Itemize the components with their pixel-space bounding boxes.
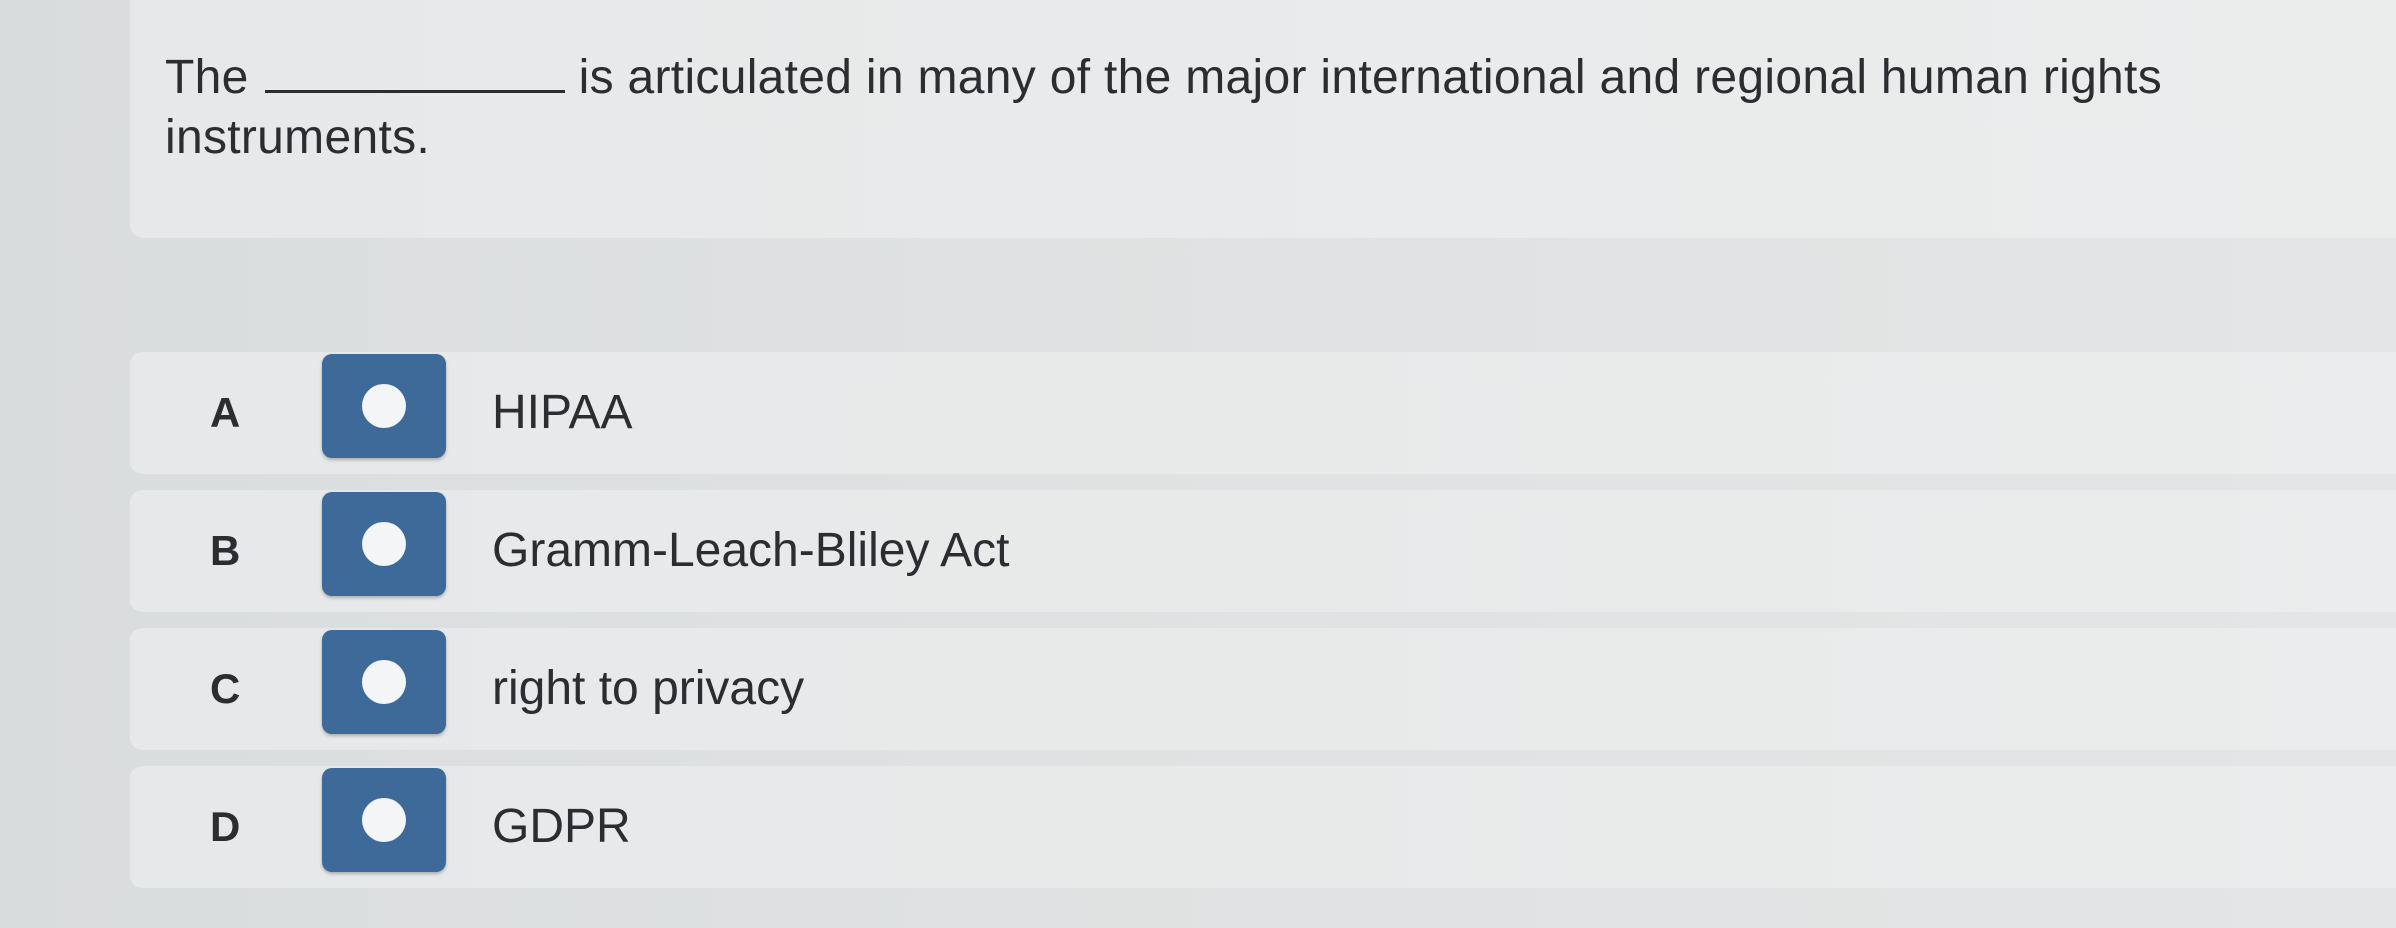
option-letter: C: [210, 665, 241, 712]
option-c[interactable]: C right to privacy: [130, 628, 2396, 750]
radio-button[interactable]: [322, 354, 446, 458]
option-a[interactable]: A HIPAA: [130, 352, 2396, 474]
question-prompt: The is articulated in many of the major i…: [165, 48, 2325, 168]
option-letter: D: [210, 803, 241, 850]
radio-button[interactable]: [322, 768, 446, 872]
radio-button[interactable]: [322, 492, 446, 596]
option-label: GDPR: [492, 800, 631, 853]
radio-circle-icon: [362, 522, 406, 566]
answer-blank: [264, 54, 565, 93]
question-text-before: The: [165, 51, 249, 104]
radio-circle-icon: [362, 384, 406, 428]
option-label: HIPAA: [492, 386, 633, 439]
radio-circle-icon: [362, 798, 406, 842]
radio-button[interactable]: [322, 630, 446, 734]
option-letter: B: [210, 527, 241, 574]
radio-circle-icon: [362, 660, 406, 704]
answer-options: A HIPAA B Gramm-Leach-Bliley Act C right…: [130, 352, 2396, 904]
option-b[interactable]: B Gramm-Leach-Bliley Act: [130, 490, 2396, 612]
option-d[interactable]: D GDPR: [130, 766, 2396, 888]
option-letter: A: [210, 389, 241, 436]
option-label: right to privacy: [492, 662, 805, 715]
option-label: Gramm-Leach-Bliley Act: [492, 524, 1010, 577]
